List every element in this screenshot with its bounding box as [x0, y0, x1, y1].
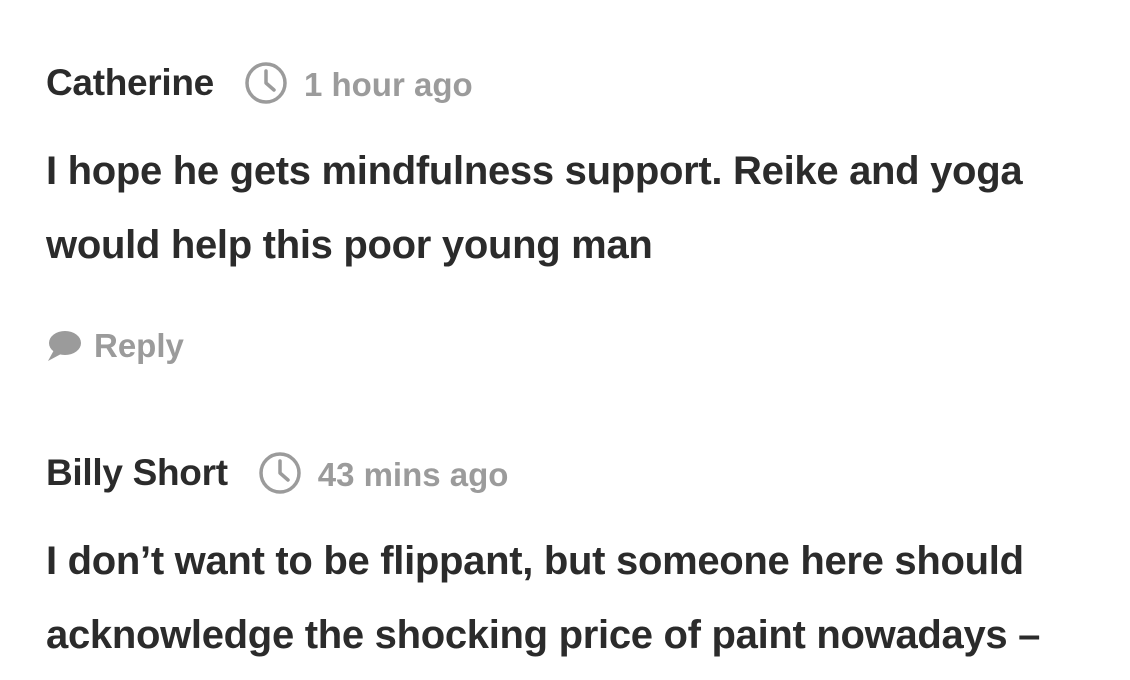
comment-body-line: I don’t want to be flippant, but someone… — [46, 539, 1024, 583]
comment-author[interactable]: Billy Short — [46, 452, 228, 494]
comment-body: I don’t want to be flippant, but someone… — [46, 524, 1116, 672]
comment-header: Billy Short 43 mins ago — [46, 448, 1116, 498]
speech-bubble-icon — [48, 331, 81, 361]
comment-body-line: would help this poor young man — [46, 223, 653, 267]
clock-icon — [258, 452, 301, 494]
comment-timestamp: 1 hour ago — [303, 66, 473, 103]
clock-icon — [245, 62, 287, 104]
reply-button[interactable]: Reply — [46, 324, 1116, 368]
comment-author[interactable]: Catherine — [46, 62, 214, 104]
reply-label: Reply — [94, 327, 184, 364]
comment-body-line: I hope he gets mindfulness support. Reik… — [46, 149, 1023, 193]
comment-body: I hope he gets mindfulness support. Reik… — [46, 134, 1116, 282]
comment-timestamp: 43 mins ago — [317, 456, 509, 493]
comment-header: Catherine 1 hour ago — [46, 58, 1116, 108]
comment: Catherine 1 hour ago I hope he gets mind… — [46, 58, 1116, 368]
comment-body-line: acknowledge the shocking price of paint … — [46, 613, 1041, 657]
comment: Billy Short 43 mins ago I don’t want to … — [46, 448, 1116, 672]
